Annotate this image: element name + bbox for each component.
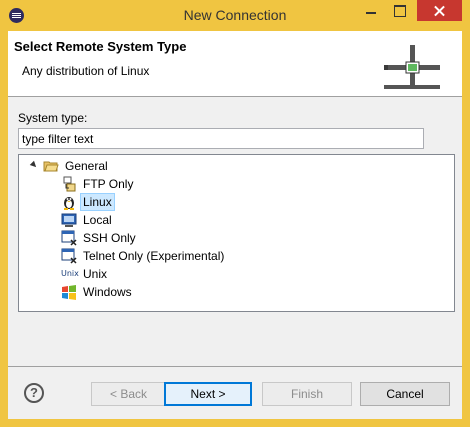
- page-description: Any distribution of Linux: [22, 64, 150, 78]
- network-connection-icon: [384, 45, 440, 89]
- page-title: Select Remote System Type: [14, 39, 187, 54]
- help-icon[interactable]: ?: [24, 383, 44, 403]
- tree-item-label: Local: [83, 213, 112, 227]
- ftp-icon: [61, 176, 77, 192]
- close-button[interactable]: [417, 0, 462, 21]
- title-bar[interactable]: New Connection: [0, 0, 470, 31]
- telnet-terminal-icon: [61, 248, 77, 264]
- system-type-tree[interactable]: General FTP Only Linux Local SSH Only Te…: [18, 154, 455, 312]
- filter-input[interactable]: [18, 128, 424, 149]
- next-button[interactable]: Next >: [164, 382, 252, 406]
- minimize-button[interactable]: [357, 0, 385, 21]
- unix-icon: Unix: [61, 269, 79, 278]
- button-bar-separator: [8, 366, 462, 367]
- system-type-label: System type:: [18, 111, 88, 125]
- folder-open-icon: [43, 158, 59, 174]
- maximize-button[interactable]: [385, 0, 414, 21]
- tree-item-label: SSH Only: [83, 231, 136, 245]
- tree-item-label: Windows: [83, 285, 132, 299]
- tree-item-label: Unix: [83, 267, 108, 281]
- tree-item-windows[interactable]: Windows: [61, 283, 135, 301]
- dialog-body: Select Remote System Type Any distributi…: [8, 31, 462, 419]
- new-connection-window: New Connection Select Remote System Type…: [0, 0, 470, 427]
- tree-group-general[interactable]: General: [19, 157, 111, 175]
- collapse-arrow-icon[interactable]: [29, 160, 39, 170]
- tree-item-label: FTP Only: [83, 177, 134, 191]
- finish-button[interactable]: Finish: [262, 382, 352, 406]
- tree-item-local[interactable]: Local: [61, 211, 115, 229]
- local-computer-icon: [61, 212, 77, 228]
- tree-item-label: Telnet Only (Experimental): [83, 249, 225, 263]
- cancel-button[interactable]: Cancel: [360, 382, 450, 406]
- tree-item-label: Linux: [80, 193, 115, 211]
- tree-group-label: General: [65, 159, 108, 173]
- tree-item-ssh-only[interactable]: SSH Only: [61, 229, 139, 247]
- tree-item-ftp-only[interactable]: FTP Only: [61, 175, 136, 193]
- windows-logo-icon: [61, 284, 77, 300]
- back-button[interactable]: < Back: [91, 382, 166, 406]
- wizard-header: Select Remote System Type Any distributi…: [8, 31, 462, 97]
- linux-tux-icon: [61, 194, 77, 210]
- tree-item-telnet-only[interactable]: Telnet Only (Experimental): [61, 247, 227, 265]
- tree-item-unix[interactable]: Unix Unix: [61, 265, 110, 283]
- ssh-terminal-icon: [61, 230, 77, 246]
- tree-item-linux[interactable]: Linux: [61, 193, 115, 211]
